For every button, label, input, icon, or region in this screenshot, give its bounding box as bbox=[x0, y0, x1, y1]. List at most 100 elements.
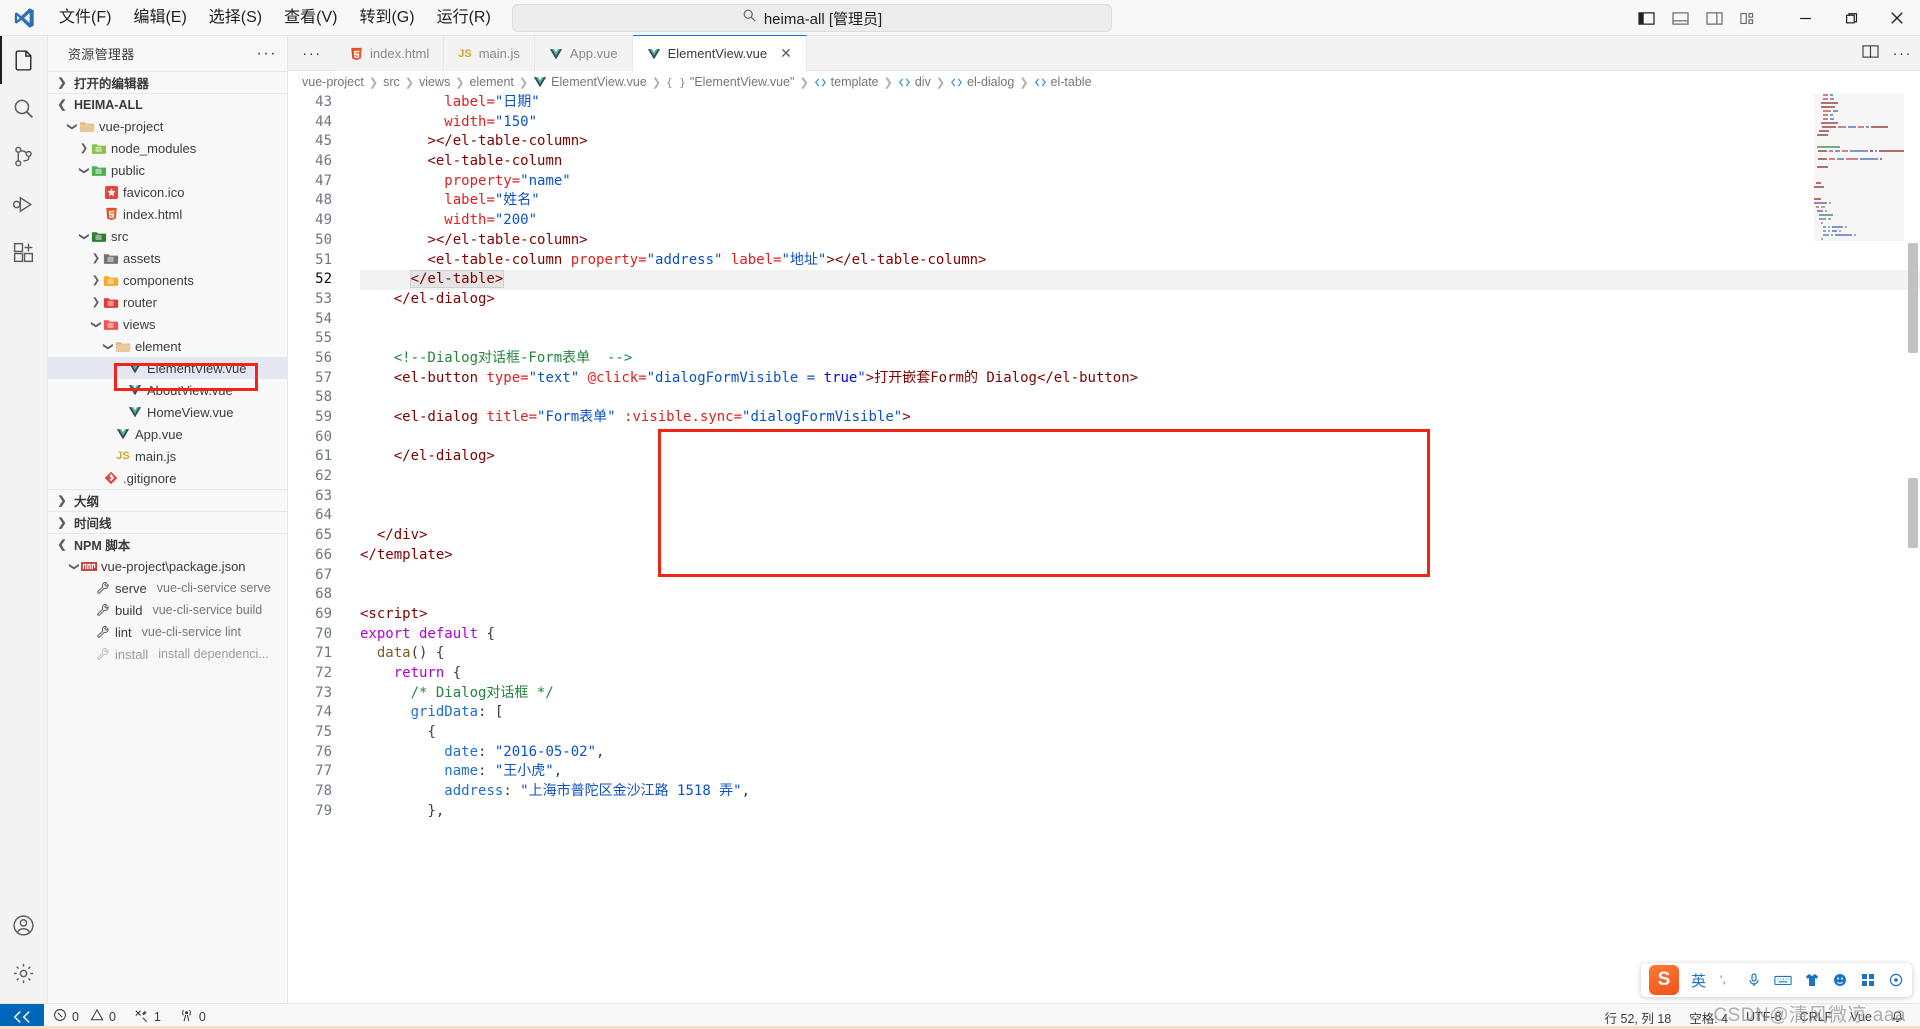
chevron-right-icon[interactable]: ❯ bbox=[90, 253, 102, 264]
code-line[interactable] bbox=[360, 506, 1920, 526]
section-heima-all[interactable]: ❮ HEIMA-ALL bbox=[48, 93, 287, 115]
chevron-right-icon[interactable]: ❯ bbox=[90, 297, 102, 308]
tree-item[interactable]: AboutView.vue bbox=[48, 379, 287, 401]
ime-mode-label[interactable]: 英 bbox=[1691, 970, 1706, 991]
search-input[interactable]: heima-all [管理员] bbox=[512, 4, 1112, 32]
code-line[interactable] bbox=[360, 585, 1920, 605]
editor-vertical-scrollbar[interactable] bbox=[1906, 93, 1920, 1003]
npm-script-item[interactable]: build vue-cli-service build bbox=[48, 599, 287, 621]
settings-icon[interactable] bbox=[1888, 972, 1904, 988]
section-timeline[interactable]: ❯ 时间线 bbox=[48, 511, 287, 533]
activity-item-explorer[interactable] bbox=[0, 36, 48, 84]
section-outline[interactable]: ❯ 大纲 bbox=[48, 489, 287, 511]
code-line[interactable]: property="name" bbox=[360, 172, 1920, 192]
chevron-down-icon[interactable]: ❮ bbox=[69, 560, 80, 572]
code-line[interactable] bbox=[360, 310, 1920, 330]
tree-item[interactable]: ❮ public bbox=[48, 159, 287, 181]
toggle-panel-icon[interactable] bbox=[1669, 7, 1692, 30]
code-line[interactable] bbox=[360, 467, 1920, 487]
tree-item[interactable]: App.vue bbox=[48, 423, 287, 445]
code-line[interactable]: </el-dialog> bbox=[360, 290, 1920, 310]
chevron-down-icon[interactable]: ❮ bbox=[79, 230, 90, 242]
menu-run[interactable]: 运行(R) bbox=[426, 4, 502, 32]
npm-script-item[interactable]: serve vue-cli-service serve bbox=[48, 577, 287, 599]
microphone-icon[interactable] bbox=[1746, 972, 1762, 988]
shirt-icon[interactable] bbox=[1804, 972, 1820, 988]
breadcrumb-item[interactable]: el-dialog bbox=[950, 75, 1014, 89]
scrollbar-thumb-secondary[interactable] bbox=[1908, 478, 1918, 548]
menu-edit[interactable]: 编辑(E) bbox=[122, 4, 197, 32]
code-line[interactable]: </el-dialog> bbox=[360, 447, 1920, 467]
code-line[interactable]: width="200" bbox=[360, 211, 1920, 231]
apps-icon[interactable] bbox=[1860, 972, 1876, 988]
tabs-overflow-button[interactable]: ··· bbox=[288, 36, 336, 70]
chevron-down-icon[interactable]: ❮ bbox=[67, 120, 78, 132]
chevron-right-icon[interactable]: ❯ bbox=[78, 143, 90, 154]
code-line[interactable]: name: "王小虎", bbox=[360, 762, 1920, 782]
menu-go[interactable]: 转到(G) bbox=[348, 4, 425, 32]
tree-item[interactable]: JS main.js bbox=[48, 445, 287, 467]
code-line[interactable]: <!--Dialog对话框-Form表单 --> bbox=[360, 349, 1920, 369]
code-line[interactable]: ></el-table-column> bbox=[360, 132, 1920, 152]
tree-item[interactable]: ElementView.vue bbox=[48, 357, 287, 379]
breadcrumb-item[interactable]: element bbox=[469, 75, 513, 89]
code-content[interactable]: label="日期" width="150" ></el-table-colum… bbox=[350, 93, 1920, 1003]
code-line[interactable] bbox=[360, 487, 1920, 507]
breadcrumb-item[interactable]: src bbox=[383, 75, 400, 89]
code-line[interactable]: { bbox=[360, 723, 1920, 743]
npm-script-item[interactable]: ❮ vue-project\package.json bbox=[48, 555, 287, 577]
breadcrumb-item[interactable]: views bbox=[419, 75, 450, 89]
emoji-icon[interactable] bbox=[1832, 972, 1848, 988]
code-line[interactable]: /* Dialog对话框 */ bbox=[360, 684, 1920, 704]
tree-item[interactable]: ❯ router bbox=[48, 291, 287, 313]
sidebar-more-actions-button[interactable]: ··· bbox=[257, 45, 277, 61]
tree-item[interactable]: ❯ components bbox=[48, 269, 287, 291]
tree-item[interactable]: ❯ assets bbox=[48, 247, 287, 269]
section-npm-scripts[interactable]: ❮ NPM 脚本 bbox=[48, 533, 287, 555]
chevron-down-icon[interactable]: ❮ bbox=[103, 340, 114, 352]
code-line[interactable]: <el-table-column bbox=[360, 152, 1920, 172]
activity-item-extensions[interactable] bbox=[0, 228, 48, 276]
code-line[interactable]: return { bbox=[360, 664, 1920, 684]
code-line[interactable]: <script> bbox=[360, 605, 1920, 625]
breadcrumb-item[interactable]: template bbox=[814, 75, 879, 89]
section-open-editors[interactable]: ❯ 打开的编辑器 bbox=[48, 71, 287, 93]
breadcrumb-item[interactable]: vue-project bbox=[302, 75, 364, 89]
activity-item-search[interactable] bbox=[0, 84, 48, 132]
activity-item-settings[interactable] bbox=[0, 949, 48, 997]
breadcrumb-item[interactable]: div bbox=[898, 75, 931, 89]
code-line[interactable]: ></el-table-column> bbox=[360, 231, 1920, 251]
toggle-primary-sidebar-icon[interactable] bbox=[1635, 7, 1658, 30]
code-line[interactable]: address: "上海市普陀区金沙江路 1518 弄", bbox=[360, 782, 1920, 802]
toggle-secondary-sidebar-icon[interactable] bbox=[1703, 7, 1726, 30]
code-line[interactable] bbox=[360, 428, 1920, 448]
code-line[interactable]: <el-button type="text" @click="dialogFor… bbox=[360, 369, 1920, 389]
tree-item[interactable]: index.html bbox=[48, 203, 287, 225]
editor-tab[interactable]: ElementView.vue ✕ bbox=[632, 35, 807, 71]
npm-script-item[interactable]: install install dependenci... bbox=[48, 643, 287, 665]
npm-script-item[interactable]: lint vue-cli-service lint bbox=[48, 621, 287, 643]
minimap-slider[interactable] bbox=[1814, 93, 1904, 241]
chevron-down-icon[interactable]: ❮ bbox=[79, 164, 90, 176]
menu-view[interactable]: 查看(V) bbox=[273, 4, 348, 32]
chevron-right-icon[interactable]: ❯ bbox=[90, 275, 102, 286]
breadcrumb-item[interactable]: ElementView.vue bbox=[533, 75, 647, 89]
close-button[interactable] bbox=[1874, 0, 1920, 36]
code-line[interactable]: <el-dialog title="Form表单" :visible.sync=… bbox=[360, 408, 1920, 428]
tree-item[interactable]: ❯ node_modules bbox=[48, 137, 287, 159]
code-line[interactable] bbox=[360, 329, 1920, 349]
tree-item[interactable]: ❮ views bbox=[48, 313, 287, 335]
editor-tab[interactable]: App.vue bbox=[534, 36, 633, 71]
tree-item[interactable]: ❮ vue-project bbox=[48, 115, 287, 137]
menu-file[interactable]: 文件(F) bbox=[48, 4, 122, 32]
close-icon[interactable]: ✕ bbox=[780, 45, 792, 62]
code-line[interactable]: </el-table> bbox=[360, 270, 1920, 290]
editor-tab[interactable]: index.html bbox=[336, 36, 445, 71]
code-line[interactable]: label="姓名" bbox=[360, 191, 1920, 211]
more-actions-icon[interactable]: ··· bbox=[1893, 46, 1913, 61]
code-line[interactable]: <el-table-column property="address" labe… bbox=[360, 251, 1920, 271]
activity-item-source-control[interactable] bbox=[0, 132, 48, 180]
menu-selection[interactable]: 选择(S) bbox=[198, 4, 273, 32]
editor-tab[interactable]: JS main.js bbox=[444, 36, 535, 71]
chevron-down-icon[interactable]: ❮ bbox=[91, 318, 102, 330]
